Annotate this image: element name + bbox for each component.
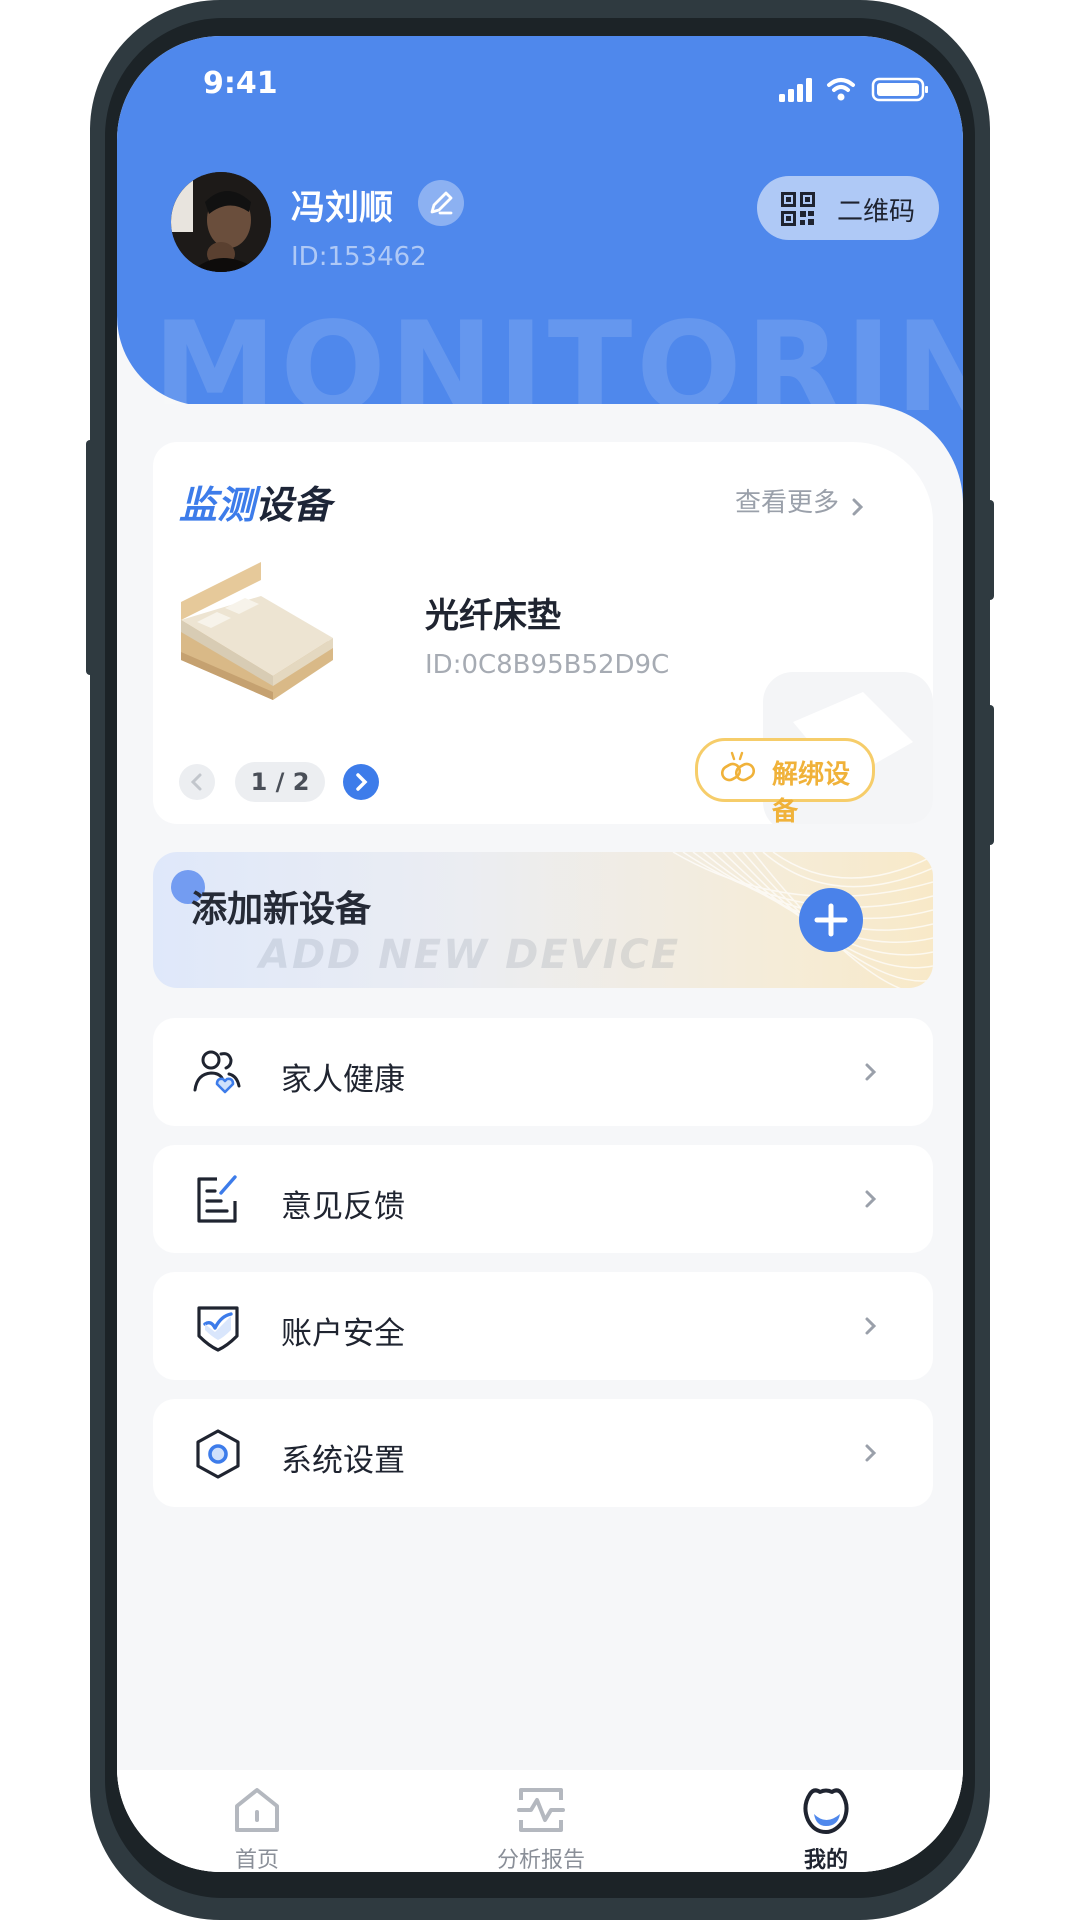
menu-item-label: 家人健康 [281, 1062, 405, 1098]
section-title: 设备 [255, 483, 332, 527]
add-device-banner[interactable]: 添加新设备 ADD NEW DEVICE [153, 852, 933, 988]
add-device-button[interactable] [799, 888, 863, 952]
menu-item-system-settings[interactable]: 系统设置 [153, 1399, 933, 1507]
shield-check-icon [197, 1306, 239, 1352]
tab-label: 首页 [234, 1848, 279, 1872]
profile-icon [803, 1788, 849, 1834]
chevron-right-icon [865, 1063, 877, 1081]
device-name: 光纤床垫 [425, 596, 561, 636]
tab-label: 我的 [803, 1848, 848, 1872]
family-health-icon [193, 1050, 241, 1094]
menu-item-account-security[interactable]: 账户安全 [153, 1272, 933, 1380]
view-more-label: 查看更多 [735, 488, 840, 518]
status-icons [779, 76, 931, 106]
view-more-link[interactable]: 查看更多 [735, 482, 866, 519]
chevron-left-icon [190, 773, 202, 791]
side-button-right-bottom [986, 705, 994, 845]
tab-mine[interactable]: 我的 [736, 1770, 916, 1872]
pencil-icon [430, 191, 453, 215]
add-device-title: 添加新设备 [191, 889, 372, 930]
status-time: 9:41 [203, 66, 278, 101]
plus-icon [814, 903, 848, 937]
section-title-highlight: 监测 [179, 483, 256, 527]
device-id: ID:0C8B95B52D9C [425, 650, 670, 680]
chevron-right-icon [852, 498, 864, 515]
chevron-right-icon [865, 1190, 877, 1208]
mattress-bed-image [181, 562, 333, 700]
chevron-right-icon [356, 773, 368, 791]
menu-item-label: 系统设置 [281, 1443, 405, 1479]
tab-home[interactable]: 首页 [167, 1770, 347, 1872]
edit-profile-button[interactable] [418, 180, 464, 226]
menu-item-label: 意见反馈 [281, 1189, 405, 1225]
tab-label: 分析报告 [496, 1848, 585, 1872]
add-device-subtitle: ADD NEW DEVICE [259, 932, 681, 978]
menu-item-feedback[interactable]: 意见反馈 [153, 1145, 933, 1253]
previous-device-button[interactable] [179, 764, 215, 800]
qr-code-icon [781, 192, 815, 226]
chevron-right-icon [865, 1317, 877, 1335]
home-icon [235, 1788, 279, 1832]
unlink-icon [720, 751, 756, 782]
unbind-device-label: 解绑设备 [772, 760, 851, 824]
tab-analysis-report[interactable]: 分析报告 [451, 1770, 631, 1872]
feedback-icon [197, 1175, 237, 1223]
avatar[interactable] [171, 172, 271, 272]
unbind-device-button[interactable]: 解绑设备 [695, 738, 875, 824]
monitoring-device-card: 监测 设备 查看更多 光纤床垫 ID:0C8B95B52D9C 1 / 2 解绑… [153, 442, 933, 824]
settings-hexagon-icon [196, 1429, 240, 1479]
report-icon [517, 1788, 565, 1832]
side-button-left [86, 440, 94, 675]
chevron-right-icon [865, 1444, 877, 1462]
qr-code-button[interactable]: 二维码 [757, 176, 939, 240]
menu-item-label: 账户安全 [281, 1316, 405, 1352]
device-pagination: 1 / 2 [235, 762, 325, 802]
menu-item-family-health[interactable]: 家人健康 [153, 1018, 933, 1126]
user-id: ID:153462 [291, 242, 427, 272]
next-device-button[interactable] [343, 764, 379, 800]
qr-code-label: 二维码 [837, 197, 916, 227]
signal-wifi-battery-icon [779, 77, 928, 102]
side-button-right-top [986, 500, 994, 600]
phone-screen: MONITORING 9:41 冯刘顺 [117, 36, 963, 1872]
user-name: 冯刘顺 [291, 188, 393, 228]
bottom-tab-bar: 首页 分析报告 我的 [117, 1770, 963, 1872]
